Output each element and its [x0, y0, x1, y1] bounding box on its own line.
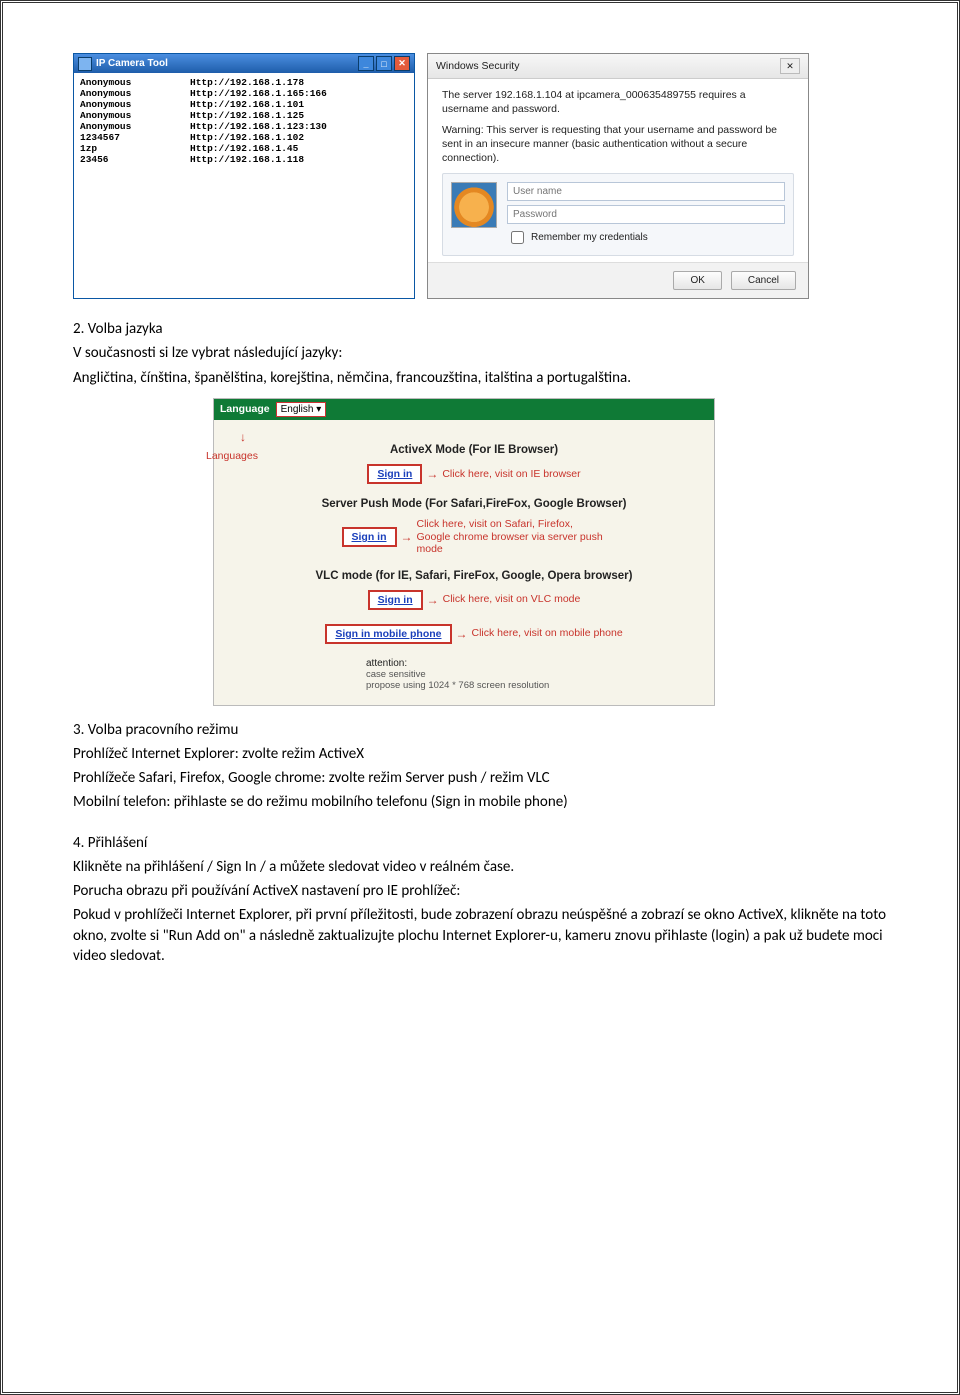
remember-checkbox[interactable]: Remember my credentials	[507, 228, 785, 247]
app-icon	[78, 57, 92, 71]
section-4-heading: 4. Přihlášení	[73, 833, 887, 853]
cancel-button[interactable]: Cancel	[731, 271, 796, 290]
signin-vlc-button[interactable]: Sign in	[368, 590, 423, 610]
section-4-line1: Klikněte na přihlášení / Sign In / a můž…	[73, 857, 887, 877]
remember-label: Remember my credentials	[531, 232, 648, 243]
section-2-heading: 2. Volba jazyka	[73, 319, 887, 339]
chevron-down-icon: ▾	[316, 404, 321, 415]
arrow-right-icon: →	[426, 467, 438, 481]
close-button[interactable]: ✕	[394, 56, 410, 71]
table-row: 1zpHttp://192.168.1.45	[80, 143, 408, 154]
password-field[interactable]	[507, 205, 785, 224]
section-3-line3: Mobilní telefon: přihlaste se do režimu …	[73, 792, 887, 812]
section-4: 4. Přihlášení Klikněte na přihlášení / S…	[73, 833, 887, 967]
section-3-heading: 3. Volba pracovního režimu	[73, 720, 887, 740]
winsec-message-1: The server 192.168.1.104 at ipcamera_000…	[442, 89, 794, 116]
section-3: 3. Volba pracovního režimu Prohlížeč Int…	[73, 720, 887, 813]
winsec-header: Windows Security ✕	[428, 54, 808, 79]
maximize-button[interactable]: □	[376, 56, 392, 71]
mode-mobile-note: Click here, visit on mobile phone	[472, 627, 623, 640]
section-3-line1: Prohlížeč Internet Explorer: zvolte reži…	[73, 744, 887, 764]
signin-activex-button[interactable]: Sign in	[367, 464, 422, 484]
avatar	[451, 182, 497, 228]
languages-label: Languages	[206, 450, 240, 462]
username-field[interactable]	[507, 182, 785, 201]
ipcamera-tool-window: IP Camera Tool _ □ ✕ AnonymousHttp://192…	[73, 53, 415, 299]
close-icon[interactable]: ✕	[780, 58, 800, 74]
table-row: 1234567Http://192.168.1.102	[80, 132, 408, 143]
ipcam-body: AnonymousHttp://192.168.1.178 AnonymousH…	[74, 73, 414, 281]
mode-vlc-note: Click here, visit on VLC mode	[443, 593, 581, 606]
mode-activex-title: ActiveX Mode (For IE Browser)	[246, 444, 702, 456]
attention-block: attention: case sensitive propose using …	[366, 658, 702, 691]
document-page: IP Camera Tool _ □ ✕ AnonymousHttp://192…	[0, 0, 960, 1395]
winsec-body: The server 192.168.1.104 at ipcamera_000…	[428, 79, 808, 262]
section-3-line2: Prohlížeče Safari, Firefox, Google chrom…	[73, 768, 887, 788]
attention-line-2: propose using 1024 * 768 screen resoluti…	[366, 680, 702, 691]
credential-box: Remember my credentials	[442, 173, 794, 256]
table-row: AnonymousHttp://192.168.1.123:130	[80, 121, 408, 132]
attention-line-1: case sensitive	[366, 669, 702, 680]
mode-activex-note: Click here, visit on IE browser	[442, 468, 580, 481]
winsec-footer: OK Cancel	[428, 262, 808, 298]
language-bar-label: Language	[220, 403, 270, 415]
minimize-button[interactable]: _	[358, 56, 374, 71]
mode-vlc-title: VLC mode (for IE, Safari, FireFox, Googl…	[246, 570, 702, 582]
section-2-text1: V současnosti si lze vybrat následující …	[73, 343, 887, 363]
winsec-title: Windows Security	[436, 60, 519, 72]
section-2: 2. Volba jazyka V současnosti si lze vyb…	[73, 319, 887, 388]
signin-push-button[interactable]: Sign in	[342, 527, 397, 547]
winsec-message-2: Warning: This server is requesting that …	[442, 124, 794, 165]
table-row: 23456Http://192.168.1.118	[80, 154, 408, 165]
language-select[interactable]: English ▾	[276, 402, 327, 417]
windows-security-dialog: Windows Security ✕ The server 192.168.1.…	[427, 53, 809, 299]
table-row: AnonymousHttp://192.168.1.101	[80, 99, 408, 110]
section-2-text2: Angličtina, čínština, španělština, korej…	[73, 368, 887, 388]
table-row: AnonymousHttp://192.168.1.125	[80, 110, 408, 121]
ipcam-titlebar: IP Camera Tool _ □ ✕	[74, 54, 414, 73]
mode-push-note: Click here, visit on Safari, Firefox, Go…	[417, 518, 607, 556]
screenshot-row: IP Camera Tool _ □ ✕ AnonymousHttp://192…	[73, 53, 887, 299]
mode-push-title: Server Push Mode (For Safari,FireFox, Go…	[246, 498, 702, 510]
language-panel: Language English ▾ ↓ Languages ActiveX M…	[213, 398, 715, 706]
section-4-line2: Porucha obrazu při používání ActiveX nas…	[73, 881, 887, 901]
table-row: AnonymousHttp://192.168.1.165:166	[80, 88, 408, 99]
signin-mobile-button[interactable]: Sign in mobile phone	[325, 624, 451, 644]
ok-button[interactable]: OK	[673, 271, 721, 290]
arrow-right-icon: →	[456, 627, 468, 641]
remember-checkbox-input[interactable]	[511, 231, 524, 244]
attention-label: attention:	[366, 658, 702, 669]
section-4-line3: Pokud v prohlížeči Internet Explorer, př…	[73, 905, 887, 966]
arrow-right-icon: →	[427, 593, 439, 607]
table-row: AnonymousHttp://192.168.1.178	[80, 77, 408, 88]
arrow-right-icon: →	[401, 530, 413, 544]
language-bar: Language English ▾	[214, 399, 714, 420]
ipcam-title: IP Camera Tool	[96, 58, 168, 69]
